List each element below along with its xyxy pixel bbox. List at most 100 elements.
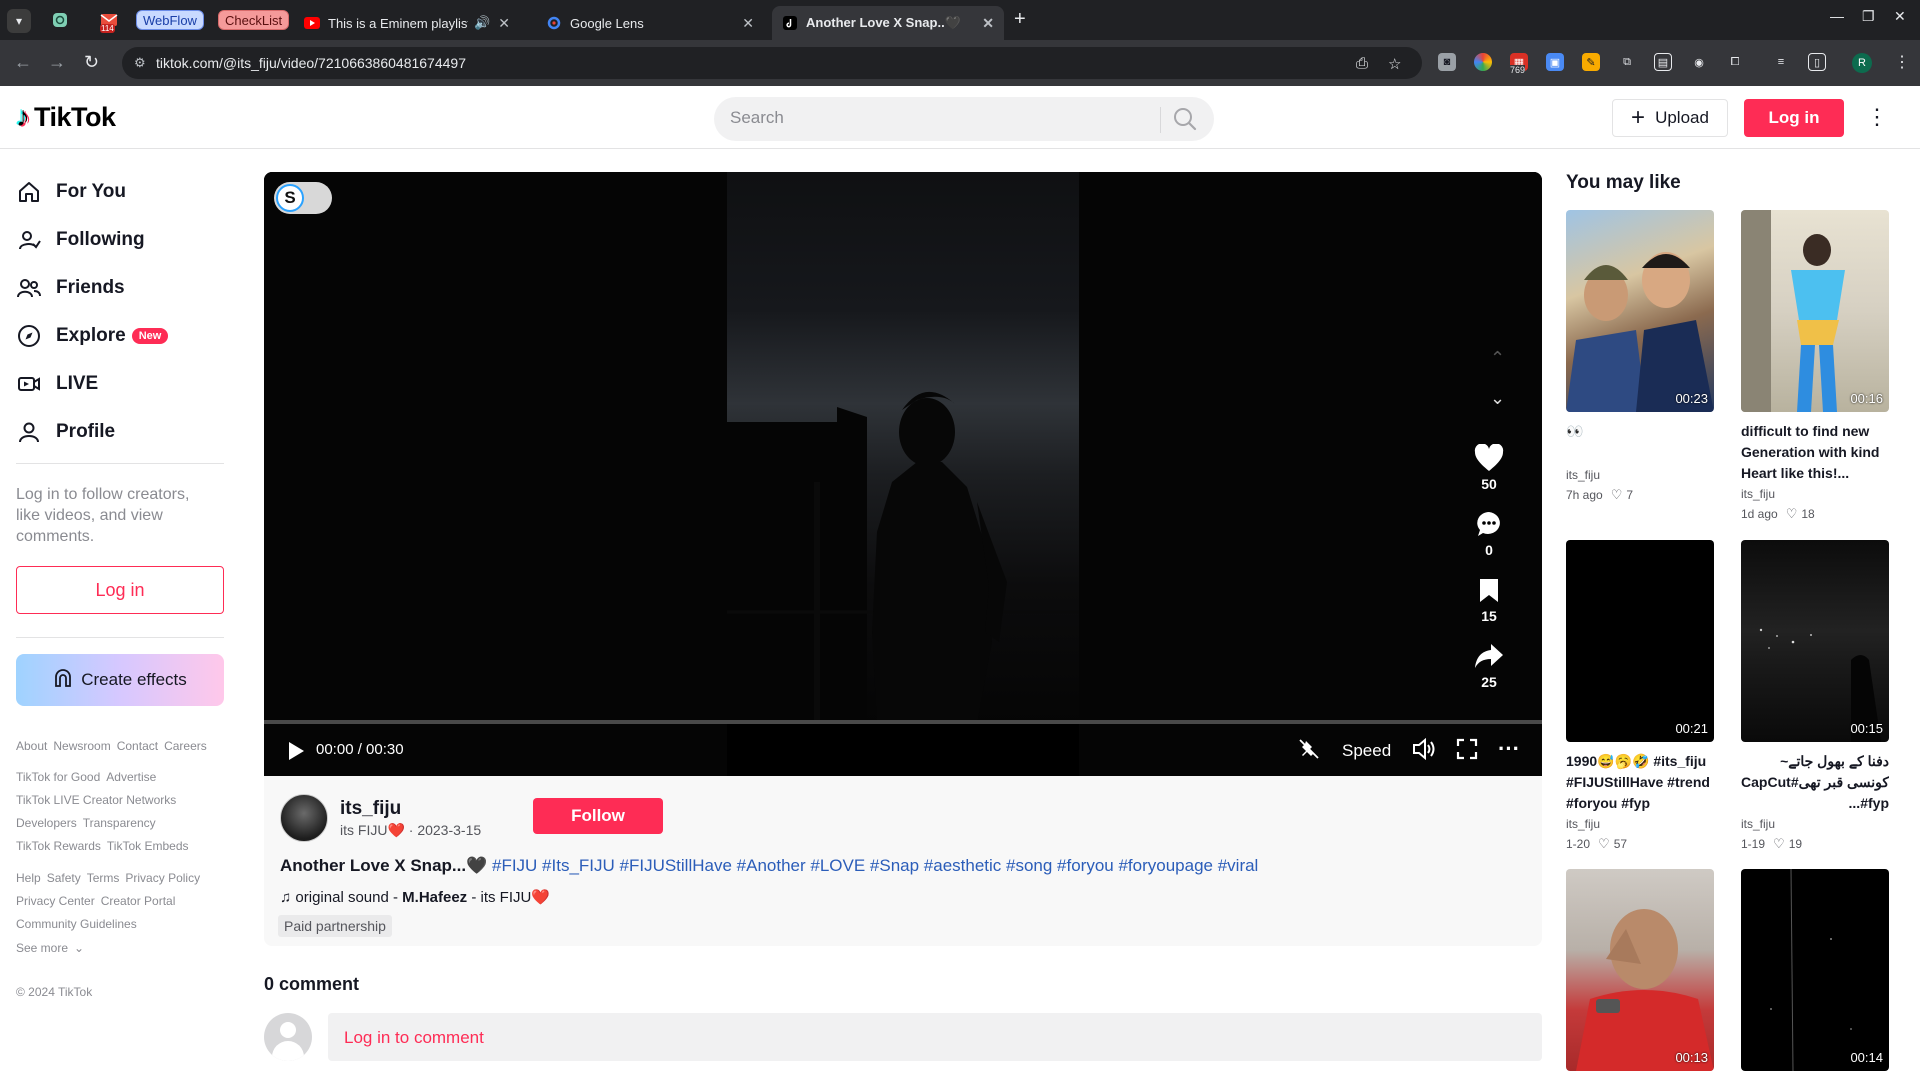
recommended-video-card[interactable]: 00:23 👀 its_fiju 7h ago ♡ 7 xyxy=(1566,210,1714,503)
tab-google-lens[interactable]: Google Lens ✕ xyxy=(536,6,764,40)
author-username[interactable]: its_fiju xyxy=(340,798,401,820)
extension-camera-icon[interactable]: ◙ xyxy=(1438,53,1456,71)
sidebar-login-button[interactable]: Log in xyxy=(16,566,224,614)
footer-link-privacy-policy[interactable]: Privacy Policy xyxy=(125,871,200,885)
footer-link-creator-portal[interactable]: Creator Portal xyxy=(101,894,176,908)
browser-profile-avatar[interactable]: R xyxy=(1852,53,1872,73)
hashtag-links[interactable]: #FIJU #Its_FIJU #FIJUStillHave #Another … xyxy=(492,856,1258,875)
logo-text: TikTok xyxy=(34,101,116,132)
follow-button[interactable]: Follow xyxy=(533,798,663,834)
share-button[interactable]: 25 xyxy=(1469,640,1509,690)
footer-link-contact[interactable]: Contact xyxy=(117,739,158,753)
tab-webflow[interactable]: WebFlow xyxy=(136,10,204,30)
see-more-link[interactable]: See more ⌄ xyxy=(16,941,90,956)
forward-icon[interactable]: → xyxy=(48,52,66,73)
nav-live[interactable]: LIVE xyxy=(16,365,98,403)
video-player[interactable]: S ⌃ ⌄ 50 0 15 25 00:00 / 00:30 Speed ··· xyxy=(264,172,1542,776)
new-tab-icon[interactable]: + xyxy=(1014,8,1026,31)
close-tab-icon[interactable]: ✕ xyxy=(982,15,994,32)
like-button[interactable]: 50 xyxy=(1469,442,1509,492)
extension-color-icon[interactable] xyxy=(1474,53,1492,71)
minimize-icon[interactable]: — xyxy=(1830,8,1844,24)
header-login-button[interactable]: Log in xyxy=(1744,99,1844,137)
extensions-puzzle-icon[interactable]: ⧠ xyxy=(1726,53,1744,71)
extension-pencil-icon[interactable]: ✎ xyxy=(1582,53,1600,71)
more-menu-icon[interactable]: ⋮ xyxy=(1866,104,1888,130)
extension-screen-icon[interactable]: ▣ xyxy=(1546,53,1564,71)
nav-profile[interactable]: Profile xyxy=(16,413,115,451)
footer-link-safety[interactable]: Safety xyxy=(47,871,81,885)
footer-link-privacy-center[interactable]: Privacy Center xyxy=(16,894,95,908)
footer-link-embeds[interactable]: TikTok Embeds xyxy=(107,839,189,853)
play-icon[interactable] xyxy=(286,741,306,766)
comment-login-box[interactable]: Log in to comment xyxy=(328,1013,1542,1061)
footer-link-tiktok-for-good[interactable]: TikTok for Good xyxy=(16,770,100,784)
tab-youtube[interactable]: This is a Eminem playlist 🔊 ✕ xyxy=(294,6,520,40)
media-queue-icon[interactable]: ≡ xyxy=(1772,53,1790,71)
close-tab-icon[interactable]: ✕ xyxy=(742,15,754,32)
footer-link-newsroom[interactable]: Newsroom xyxy=(53,739,110,753)
extension-window-icon[interactable]: ▤ xyxy=(1654,53,1672,71)
nav-following[interactable]: Following xyxy=(16,221,145,259)
author-avatar[interactable] xyxy=(280,794,328,842)
site-info-icon[interactable]: ⚙ xyxy=(134,55,146,71)
upload-button[interactable]: + Upload xyxy=(1612,99,1728,137)
address-bar[interactable]: ⚙ tiktok.com/@its_fiju/video/72106638604… xyxy=(122,47,1422,79)
tiktok-logo[interactable]: ♪ TikTok xyxy=(16,101,116,133)
nav-for-you[interactable]: For You xyxy=(16,173,126,211)
s-toggle-knob: S xyxy=(276,184,304,212)
comment-button[interactable]: 0 xyxy=(1469,508,1509,558)
footer-link-terms[interactable]: Terms xyxy=(87,871,120,885)
install-app-icon[interactable]: ⎙ xyxy=(1356,55,1368,72)
comment-login-link[interactable]: Log in to comment xyxy=(344,1028,484,1048)
previous-video-icon[interactable]: ⌃ xyxy=(1490,348,1505,369)
pinned-tab-chatgpt[interactable] xyxy=(50,7,70,33)
footer-link-live-creator-networks[interactable]: TikTok LIVE Creator Networks xyxy=(16,793,176,807)
audio-playing-icon[interactable]: 🔊 xyxy=(474,15,490,31)
recommended-video-card[interactable]: 00:16 difficult to find new Generation w… xyxy=(1741,210,1889,522)
recommended-video-card[interactable]: 00:15 دفنا کے بھول جاتے~ کونسی قبر تھی#C… xyxy=(1741,540,1889,852)
recommended-video-card[interactable]: 00:13 xyxy=(1566,869,1714,1071)
nav-explore[interactable]: Explore New xyxy=(16,317,169,355)
reload-icon[interactable]: ↻ xyxy=(84,52,99,73)
extension-translate-icon[interactable]: ⧉ xyxy=(1618,53,1636,71)
side-panel-icon[interactable]: ▯ xyxy=(1808,53,1826,71)
footer-link-developers[interactable]: Developers xyxy=(16,816,77,830)
recommended-video-card[interactable]: 00:21 1990😅🥱🤣 #its_fiju #FIJUStillHave #… xyxy=(1566,540,1714,852)
footer-link-rewards[interactable]: TikTok Rewards xyxy=(16,839,101,853)
close-window-icon[interactable]: ✕ xyxy=(1894,8,1906,25)
footer-link-advertise[interactable]: Advertise xyxy=(106,770,156,784)
speed-button[interactable]: Speed xyxy=(1342,741,1391,761)
back-icon[interactable]: ← xyxy=(14,52,32,73)
bookmark-star-icon[interactable]: ☆ xyxy=(1388,55,1401,73)
search-input[interactable] xyxy=(730,108,1150,128)
save-button[interactable]: 15 xyxy=(1469,574,1509,624)
footer-link-community-guidelines[interactable]: Community Guidelines xyxy=(16,917,137,931)
restore-icon[interactable]: ❐ xyxy=(1862,8,1875,25)
footer-link-about[interactable]: About xyxy=(16,739,47,753)
recommended-video-card[interactable]: 00:14 xyxy=(1741,869,1889,1071)
more-options-icon[interactable]: ··· xyxy=(1498,736,1520,762)
nav-label: Profile xyxy=(56,421,116,442)
footer-link-help[interactable]: Help xyxy=(16,871,41,885)
home-icon xyxy=(16,179,42,205)
fullscreen-icon[interactable] xyxy=(1456,738,1478,765)
tab-tiktok-active[interactable]: Another Love X Snap..🖤 ✕ xyxy=(772,6,1004,40)
pinned-tab-mail[interactable]: 114 xyxy=(98,7,120,33)
footer-link-transparency[interactable]: Transparency xyxy=(83,816,156,830)
pin-off-icon[interactable] xyxy=(1298,738,1320,765)
browser-menu-icon[interactable]: ⋮ xyxy=(1894,52,1910,72)
music-info[interactable]: ♫ original sound - M.Hafeez - its FIJU❤️ xyxy=(280,888,550,906)
create-effects-button[interactable]: Create effects xyxy=(16,654,224,706)
search-button[interactable] xyxy=(1172,106,1202,132)
next-video-icon[interactable]: ⌄ xyxy=(1490,388,1505,409)
extension-bulb-icon[interactable]: ◉ xyxy=(1690,53,1708,71)
s-toggle-switch[interactable]: S xyxy=(274,182,332,214)
tab-search-button[interactable]: ▾ xyxy=(7,9,31,33)
footer-link-careers[interactable]: Careers xyxy=(164,739,207,753)
close-tab-icon[interactable]: ✕ xyxy=(498,15,510,32)
heart-outline-icon: ♡ xyxy=(1598,836,1610,851)
tab-checklist[interactable]: CheckList xyxy=(218,10,290,30)
nav-friends[interactable]: Friends xyxy=(16,269,125,307)
volume-icon[interactable] xyxy=(1412,737,1436,765)
